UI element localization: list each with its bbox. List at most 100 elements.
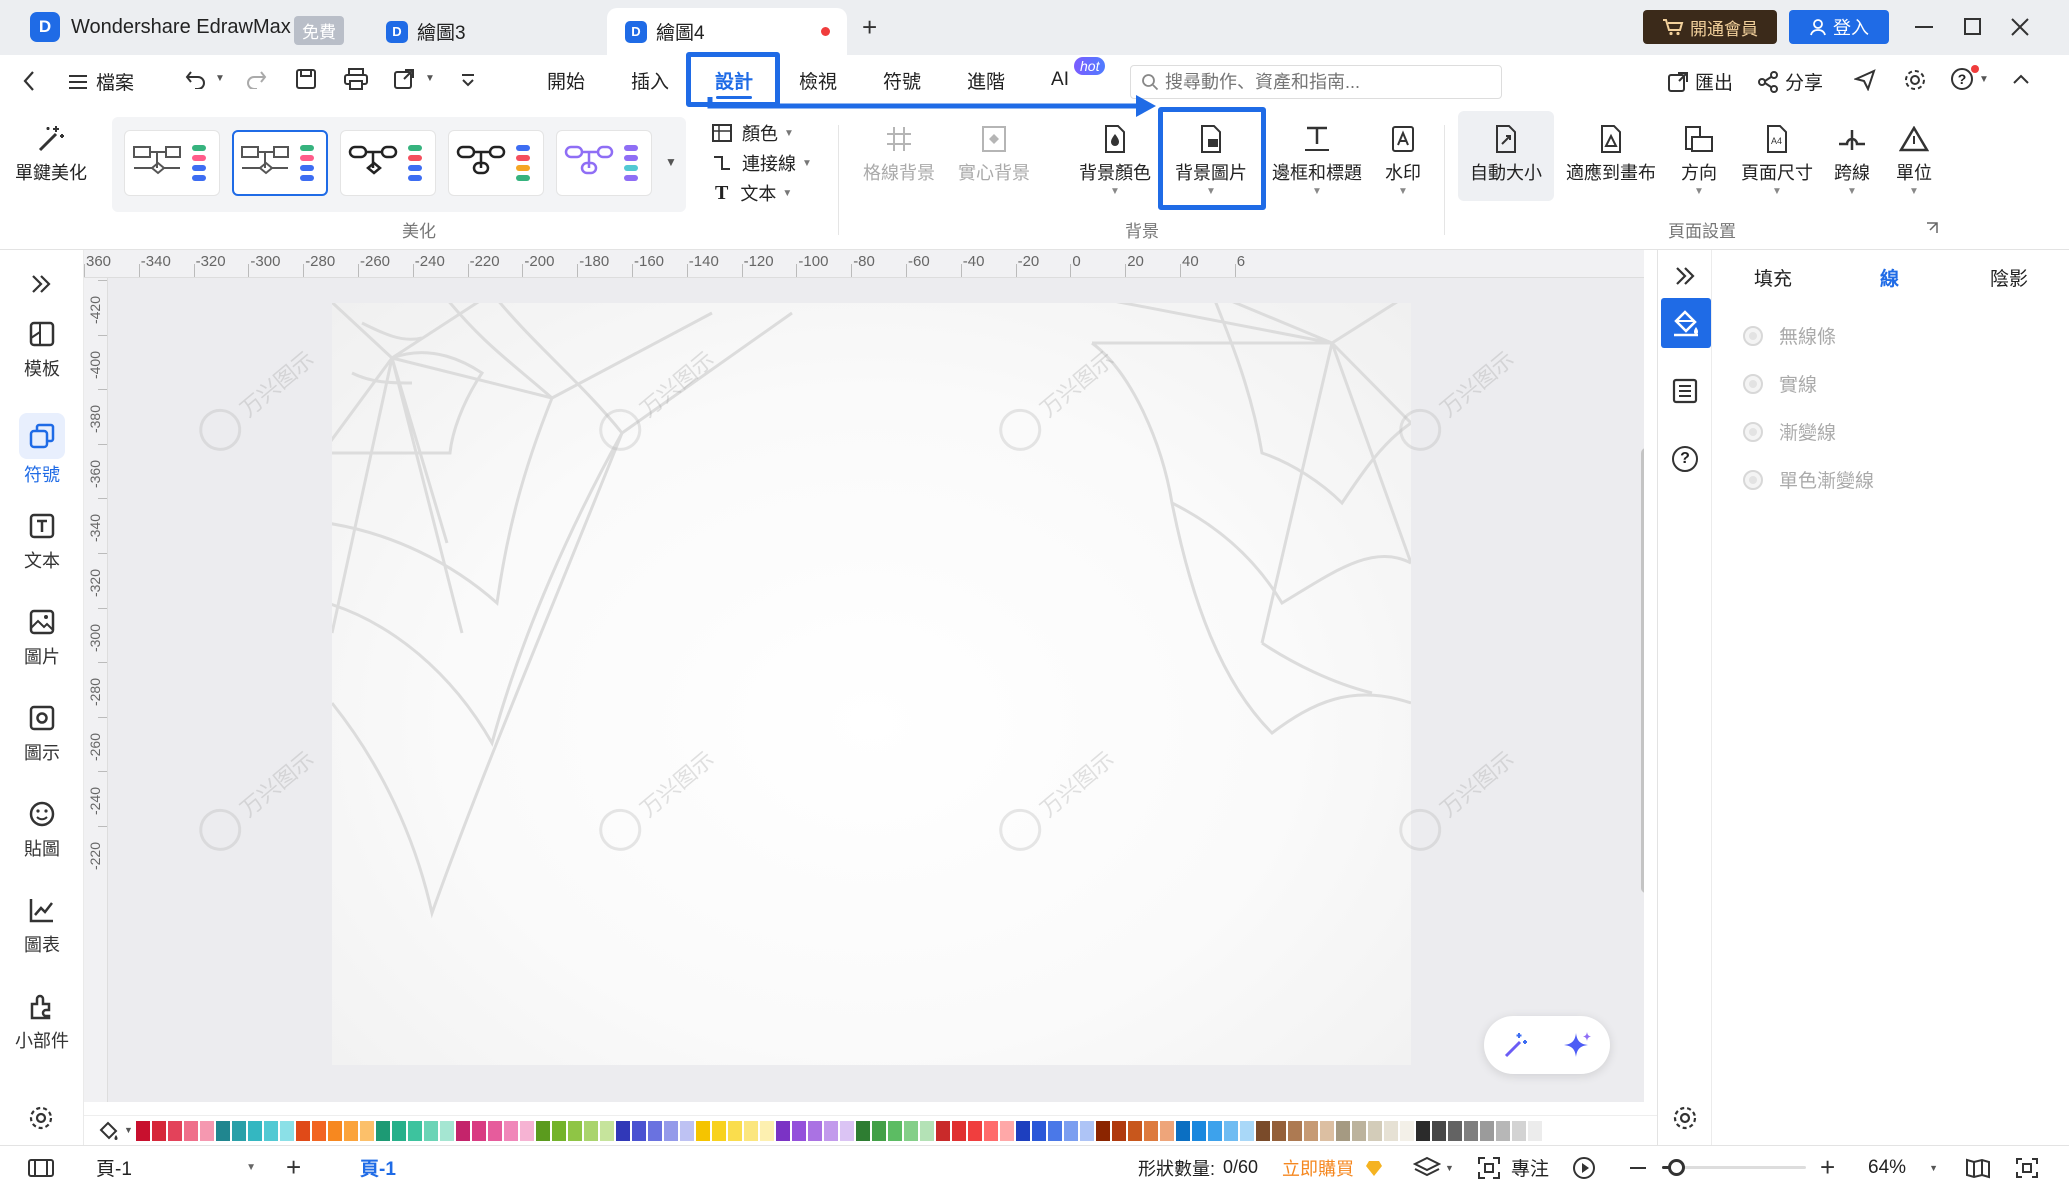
- panel-help-icon[interactable]: ?: [1672, 446, 1698, 472]
- color-swatch[interactable]: [440, 1121, 454, 1141]
- color-swatch[interactable]: [280, 1121, 294, 1141]
- theme-option-4[interactable]: [448, 130, 544, 196]
- color-swatch[interactable]: [232, 1121, 246, 1141]
- panel-settings-icon[interactable]: [1672, 1105, 1698, 1131]
- sidebar-item-symbols[interactable]: 符號: [0, 413, 84, 487]
- ai-sparkle-icon[interactable]: [1562, 1029, 1594, 1061]
- line-option-none[interactable]: 無線條: [1743, 322, 1836, 349]
- color-swatch[interactable]: [984, 1121, 998, 1141]
- color-swatch[interactable]: [680, 1121, 694, 1141]
- color-swatch[interactable]: [472, 1121, 486, 1141]
- color-swatch[interactable]: [1464, 1121, 1478, 1141]
- expand-sidebar-icon[interactable]: [30, 274, 52, 294]
- fill-bucket-icon[interactable]: [98, 1120, 120, 1142]
- layers-icon[interactable]: [1413, 1156, 1441, 1180]
- color-swatch[interactable]: [152, 1121, 166, 1141]
- search-input[interactable]: [1165, 71, 1485, 93]
- color-swatch[interactable]: [200, 1121, 214, 1141]
- ai-wand-icon[interactable]: [1500, 1030, 1530, 1060]
- one-click-beautify-button[interactable]: 單鍵美化: [8, 119, 94, 185]
- jump-line-button[interactable]: 跨線 ▼: [1820, 119, 1884, 197]
- color-swatch[interactable]: [248, 1121, 262, 1141]
- tab-start[interactable]: 開始: [530, 55, 602, 105]
- zoom-in-plus-icon[interactable]: +: [1820, 1146, 1835, 1189]
- send-icon[interactable]: [1854, 69, 1876, 91]
- color-swatch[interactable]: [856, 1121, 870, 1141]
- color-swatch[interactable]: [1496, 1121, 1510, 1141]
- panel-tab-fill[interactable]: 填充: [1754, 264, 1792, 291]
- line-option-gradient[interactable]: 漸變線: [1743, 418, 1836, 445]
- color-swatch[interactable]: [712, 1121, 726, 1141]
- color-swatch[interactable]: [1256, 1121, 1270, 1141]
- color-swatch[interactable]: [1160, 1121, 1174, 1141]
- color-swatch[interactable]: [1272, 1121, 1286, 1141]
- zoom-level-dropdown[interactable]: 64% ▼: [1868, 1146, 1938, 1189]
- color-swatch[interactable]: [872, 1121, 886, 1141]
- color-swatch[interactable]: [1368, 1121, 1382, 1141]
- fill-dropdown-icon[interactable]: ▼: [124, 1125, 133, 1135]
- color-swatch[interactable]: [1048, 1121, 1062, 1141]
- background-color-button[interactable]: 背景顏色 ▼: [1070, 119, 1160, 197]
- color-swatch[interactable]: [888, 1121, 902, 1141]
- color-swatch[interactable]: [968, 1121, 982, 1141]
- zoom-out-icon[interactable]: [1630, 1167, 1646, 1169]
- canvas-area[interactable]: 万兴图示 万兴图示 万兴图示 万兴图示 万兴图示 万兴图示 万兴图示 万兴图示: [108, 278, 1644, 1102]
- color-swatch[interactable]: [1096, 1121, 1110, 1141]
- color-swatch[interactable]: [1192, 1121, 1206, 1141]
- color-swatch[interactable]: [216, 1121, 230, 1141]
- color-swatch[interactable]: [1064, 1121, 1078, 1141]
- sidebar-item-text[interactable]: 文本: [0, 512, 84, 573]
- panel-tab-line[interactable]: 線: [1880, 264, 1899, 291]
- vip-button[interactable]: 開通會員: [1643, 10, 1777, 44]
- add-page-plus-icon[interactable]: +: [286, 1146, 301, 1189]
- color-swatch[interactable]: [1128, 1121, 1142, 1141]
- color-swatch[interactable]: [264, 1121, 278, 1141]
- color-swatch[interactable]: [184, 1121, 198, 1141]
- vertical-scrollbar[interactable]: [1641, 448, 1644, 893]
- radio-button[interactable]: [1743, 421, 1763, 442]
- tab-insert[interactable]: 插入: [614, 55, 686, 105]
- color-swatch[interactable]: [840, 1121, 854, 1141]
- new-tab-plus-icon[interactable]: +: [862, 12, 877, 43]
- save-icon[interactable]: [295, 68, 317, 90]
- color-swatch[interactable]: [1432, 1121, 1446, 1141]
- file-menu[interactable]: 檔案: [68, 68, 134, 95]
- sidebar-item-stickers[interactable]: 貼圖: [0, 800, 84, 861]
- play-presentation-icon[interactable]: [1572, 1156, 1596, 1180]
- zoom-slider-thumb[interactable]: [1668, 1159, 1686, 1176]
- color-swatch[interactable]: [1448, 1121, 1462, 1141]
- page-size-button[interactable]: A4 頁面尺寸 ▼: [1734, 119, 1820, 197]
- color-swatch[interactable]: [1016, 1121, 1030, 1141]
- theme-option-5[interactable]: [556, 130, 652, 196]
- theme-more-icon[interactable]: ▼: [665, 155, 677, 169]
- unit-button[interactable]: 單位 ▼: [1882, 119, 1946, 197]
- undo-dropdown-icon[interactable]: ▼: [215, 73, 225, 84]
- color-swatch[interactable]: [728, 1121, 742, 1141]
- color-swatch[interactable]: [696, 1121, 710, 1141]
- color-swatch[interactable]: [952, 1121, 966, 1141]
- color-swatch[interactable]: [488, 1121, 502, 1141]
- radio-button[interactable]: [1743, 325, 1763, 346]
- share-button[interactable]: 分享: [1757, 68, 1823, 95]
- color-swatch[interactable]: [344, 1121, 358, 1141]
- radio-button[interactable]: [1743, 469, 1763, 490]
- export-share-icon[interactable]: [393, 68, 417, 90]
- color-swatch[interactable]: [328, 1121, 342, 1141]
- color-swatch[interactable]: [1304, 1121, 1318, 1141]
- connector-dropdown[interactable]: 連接線 ▼: [712, 150, 812, 176]
- color-swatch[interactable]: [392, 1121, 406, 1141]
- close-icon[interactable]: [2010, 17, 2030, 37]
- export-dropdown-icon[interactable]: ▼: [425, 73, 435, 84]
- help-icon[interactable]: ?: [1951, 68, 1973, 90]
- color-swatch[interactable]: [456, 1121, 470, 1141]
- grid-background-button[interactable]: 格線背景: [855, 119, 943, 185]
- export-button[interactable]: 匯出: [1667, 68, 1733, 95]
- color-swatch[interactable]: [648, 1121, 662, 1141]
- color-swatch[interactable]: [1512, 1121, 1526, 1141]
- color-swatch[interactable]: [1240, 1121, 1254, 1141]
- color-swatch[interactable]: [1480, 1121, 1494, 1141]
- fit-page-icon[interactable]: [2015, 1157, 2039, 1179]
- color-swatch[interactable]: [1144, 1121, 1158, 1141]
- color-swatch[interactable]: [1352, 1121, 1366, 1141]
- color-swatch[interactable]: [776, 1121, 790, 1141]
